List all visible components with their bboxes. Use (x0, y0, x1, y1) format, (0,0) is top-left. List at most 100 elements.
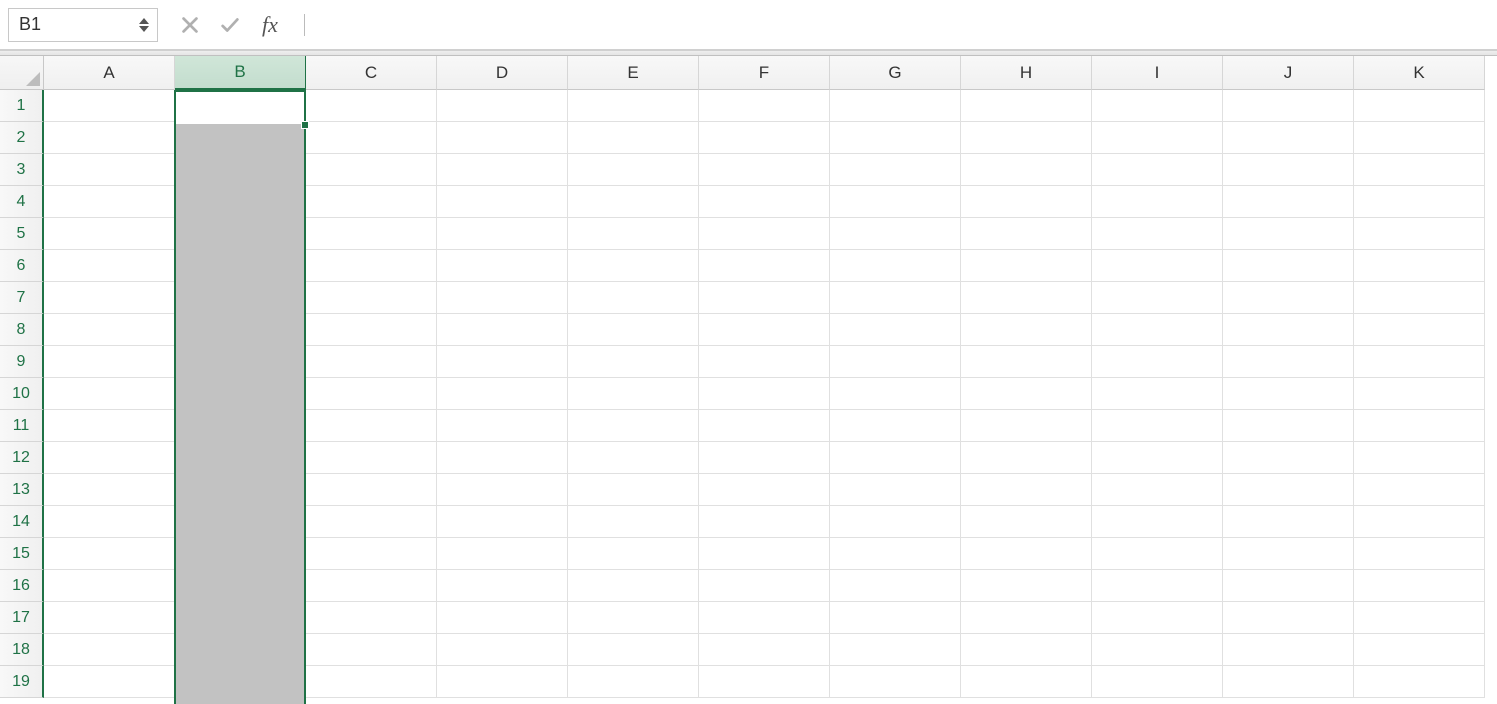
row-header-15[interactable]: 15 (0, 538, 44, 570)
cell-d6[interactable] (437, 250, 568, 282)
cell-a2[interactable] (44, 122, 175, 154)
cell-j2[interactable] (1223, 122, 1354, 154)
cell-e6[interactable] (568, 250, 699, 282)
cancel-icon[interactable] (178, 13, 202, 37)
cell-e15[interactable] (568, 538, 699, 570)
cell-j12[interactable] (1223, 442, 1354, 474)
cell-i10[interactable] (1092, 378, 1223, 410)
cell-e5[interactable] (568, 218, 699, 250)
cell-i17[interactable] (1092, 602, 1223, 634)
cell-d12[interactable] (437, 442, 568, 474)
cell-g19[interactable] (830, 666, 961, 698)
cell-b18[interactable] (175, 634, 306, 666)
cell-i4[interactable] (1092, 186, 1223, 218)
cell-j6[interactable] (1223, 250, 1354, 282)
cell-j13[interactable] (1223, 474, 1354, 506)
cell-a12[interactable] (44, 442, 175, 474)
cell-b14[interactable] (175, 506, 306, 538)
cell-e9[interactable] (568, 346, 699, 378)
cell-e1[interactable] (568, 90, 699, 122)
cell-c14[interactable] (306, 506, 437, 538)
row-header-11[interactable]: 11 (0, 410, 44, 442)
cell-i9[interactable] (1092, 346, 1223, 378)
column-header-i[interactable]: I (1092, 56, 1223, 90)
cell-a4[interactable] (44, 186, 175, 218)
cell-g17[interactable] (830, 602, 961, 634)
cell-b10[interactable] (175, 378, 306, 410)
cell-g5[interactable] (830, 218, 961, 250)
cell-d15[interactable] (437, 538, 568, 570)
cell-f8[interactable] (699, 314, 830, 346)
row-header-7[interactable]: 7 (0, 282, 44, 314)
cell-g6[interactable] (830, 250, 961, 282)
cell-b4[interactable] (175, 186, 306, 218)
cell-j14[interactable] (1223, 506, 1354, 538)
fill-handle[interactable] (301, 121, 309, 129)
cell-g18[interactable] (830, 634, 961, 666)
cell-c1[interactable] (306, 90, 437, 122)
cell-g12[interactable] (830, 442, 961, 474)
cell-a15[interactable] (44, 538, 175, 570)
cell-b5[interactable] (175, 218, 306, 250)
column-header-d[interactable]: D (437, 56, 568, 90)
cell-h14[interactable] (961, 506, 1092, 538)
cell-h13[interactable] (961, 474, 1092, 506)
cell-b16[interactable] (175, 570, 306, 602)
cell-b15[interactable] (175, 538, 306, 570)
cell-a7[interactable] (44, 282, 175, 314)
row-header-19[interactable]: 19 (0, 666, 44, 698)
cell-i19[interactable] (1092, 666, 1223, 698)
cell-b2[interactable] (175, 122, 306, 154)
cell-d19[interactable] (437, 666, 568, 698)
cell-k19[interactable] (1354, 666, 1485, 698)
cell-i5[interactable] (1092, 218, 1223, 250)
row-header-6[interactable]: 6 (0, 250, 44, 282)
cell-h15[interactable] (961, 538, 1092, 570)
cell-j9[interactable] (1223, 346, 1354, 378)
cell-g9[interactable] (830, 346, 961, 378)
cell-a13[interactable] (44, 474, 175, 506)
cell-i15[interactable] (1092, 538, 1223, 570)
cell-e19[interactable] (568, 666, 699, 698)
cell-b17[interactable] (175, 602, 306, 634)
cell-b12[interactable] (175, 442, 306, 474)
select-all-corner[interactable] (0, 56, 44, 90)
cell-c10[interactable] (306, 378, 437, 410)
cell-a19[interactable] (44, 666, 175, 698)
cell-k9[interactable] (1354, 346, 1485, 378)
cell-k17[interactable] (1354, 602, 1485, 634)
cell-a17[interactable] (44, 602, 175, 634)
cell-g3[interactable] (830, 154, 961, 186)
cell-h18[interactable] (961, 634, 1092, 666)
cell-a10[interactable] (44, 378, 175, 410)
cell-a9[interactable] (44, 346, 175, 378)
cell-g11[interactable] (830, 410, 961, 442)
cell-k6[interactable] (1354, 250, 1485, 282)
cell-e2[interactable] (568, 122, 699, 154)
cell-e14[interactable] (568, 506, 699, 538)
cell-j15[interactable] (1223, 538, 1354, 570)
cell-d3[interactable] (437, 154, 568, 186)
cell-c5[interactable] (306, 218, 437, 250)
cell-c8[interactable] (306, 314, 437, 346)
cell-d17[interactable] (437, 602, 568, 634)
cell-f3[interactable] (699, 154, 830, 186)
cell-b1[interactable] (175, 90, 306, 122)
cell-k16[interactable] (1354, 570, 1485, 602)
cell-c18[interactable] (306, 634, 437, 666)
cell-f7[interactable] (699, 282, 830, 314)
cell-c9[interactable] (306, 346, 437, 378)
accept-icon[interactable] (218, 13, 242, 37)
cell-c4[interactable] (306, 186, 437, 218)
cell-h12[interactable] (961, 442, 1092, 474)
cell-k5[interactable] (1354, 218, 1485, 250)
cell-e3[interactable] (568, 154, 699, 186)
cell-b7[interactable] (175, 282, 306, 314)
row-header-12[interactable]: 12 (0, 442, 44, 474)
cell-b8[interactable] (175, 314, 306, 346)
cell-d18[interactable] (437, 634, 568, 666)
cell-j18[interactable] (1223, 634, 1354, 666)
cell-d14[interactable] (437, 506, 568, 538)
fx-label[interactable]: fx (258, 12, 282, 38)
cell-f1[interactable] (699, 90, 830, 122)
